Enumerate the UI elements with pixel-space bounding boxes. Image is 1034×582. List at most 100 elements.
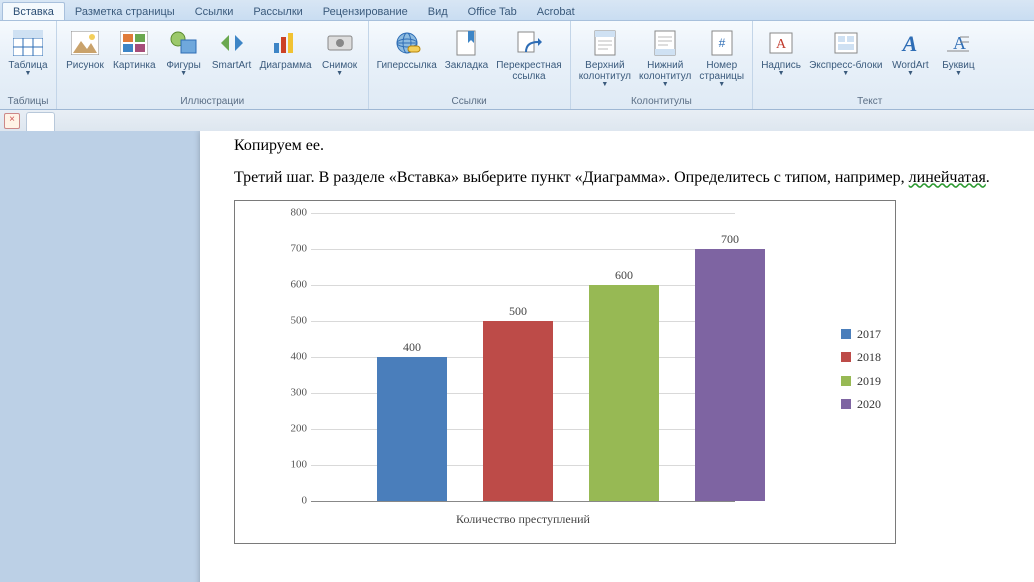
y-tick: 100 bbox=[291, 458, 308, 473]
document-tab-bar: × bbox=[0, 110, 1034, 133]
textbox-icon: A bbox=[765, 27, 797, 59]
x-axis-title: Количество преступлений bbox=[311, 511, 735, 527]
document-area[interactable]: Копируем ее. Третий шаг. В разделе «Вста… bbox=[0, 131, 1034, 582]
y-tick: 600 bbox=[291, 278, 308, 293]
grid-line bbox=[311, 501, 735, 502]
footer-icon bbox=[649, 27, 681, 59]
y-tick: 0 bbox=[302, 494, 308, 509]
paragraph-2-text: Третий шаг. В разделе «Вставка» выберите… bbox=[234, 169, 909, 186]
svg-text:A: A bbox=[953, 33, 966, 53]
smartart-icon bbox=[216, 27, 248, 59]
y-tick: 300 bbox=[291, 386, 308, 401]
picture-button[interactable]: Рисунок bbox=[61, 23, 109, 73]
wordart-button[interactable]: A WordArt ▼ bbox=[886, 23, 934, 79]
chevron-down-icon: ▼ bbox=[25, 70, 32, 77]
chart-icon bbox=[270, 27, 302, 59]
legend-label: 2020 bbox=[857, 396, 881, 412]
chart-button[interactable]: Диаграмма bbox=[256, 23, 316, 73]
hyperlink-button[interactable]: Гиперссылка bbox=[373, 23, 441, 73]
footer-button[interactable]: Нижний колонтитул ▼ bbox=[635, 23, 695, 90]
pagenum-button[interactable]: # Номер страницы ▼ bbox=[695, 23, 748, 90]
document-page[interactable]: Копируем ее. Третий шаг. В разделе «Вста… bbox=[200, 131, 1034, 582]
ribbon-tabs: Вставка Разметка страницы Ссылки Рассылк… bbox=[0, 0, 1034, 21]
group-tables-label: Таблицы bbox=[4, 96, 52, 109]
clipart-button[interactable]: Картинка bbox=[109, 23, 160, 73]
tab-references[interactable]: Ссылки bbox=[185, 3, 244, 20]
chart-bars: 400500600700 bbox=[311, 213, 735, 501]
pagenum-icon: # bbox=[706, 27, 738, 59]
textbox-button[interactable]: A Надпись ▼ bbox=[757, 23, 805, 79]
chevron-down-icon: ▼ bbox=[907, 70, 914, 77]
picture-label: Рисунок bbox=[66, 60, 104, 71]
shapes-button[interactable]: Фигуры ▼ bbox=[160, 23, 208, 79]
tab-view[interactable]: Вид bbox=[418, 3, 458, 20]
chevron-down-icon: ▼ bbox=[955, 70, 962, 77]
clipart-icon bbox=[118, 27, 150, 59]
group-headerfooter-label: Колонтитулы bbox=[575, 96, 748, 109]
paragraph-1[interactable]: Копируем ее. bbox=[234, 135, 1034, 157]
smartart-label: SmartArt bbox=[212, 60, 251, 71]
smartart-button[interactable]: SmartArt bbox=[208, 23, 256, 73]
chevron-down-icon: ▼ bbox=[601, 81, 608, 88]
chart-plot-area: 0100200300400500600700800 400500600700 К… bbox=[275, 213, 735, 501]
tab-page-layout[interactable]: Разметка страницы bbox=[65, 3, 185, 20]
hyperlink-label: Гиперссылка bbox=[377, 60, 437, 71]
crossref-label: Перекрестная ссылка bbox=[496, 60, 561, 82]
quickparts-button[interactable]: Экспресс-блоки ▼ bbox=[805, 23, 886, 79]
group-links: Гиперссылка Закладка Перекрестная ссылка… bbox=[369, 21, 571, 109]
dropcap-button[interactable]: A Буквиц ▼ bbox=[934, 23, 982, 79]
screenshot-icon bbox=[324, 27, 356, 59]
tab-review[interactable]: Рецензирование bbox=[313, 3, 418, 20]
tab-acrobat[interactable]: Acrobat bbox=[527, 3, 585, 20]
header-button[interactable]: Верхний колонтитул ▼ bbox=[575, 23, 635, 90]
y-tick: 400 bbox=[291, 350, 308, 365]
group-illustrations-label: Иллюстрации bbox=[61, 96, 364, 109]
crossref-icon bbox=[513, 27, 545, 59]
header-label: Верхний колонтитул bbox=[579, 60, 631, 82]
spellcheck-word[interactable]: линейчатая bbox=[909, 169, 986, 186]
tab-mailings[interactable]: Рассылки bbox=[243, 3, 312, 20]
shapes-icon bbox=[168, 27, 200, 59]
document-tab[interactable] bbox=[26, 112, 55, 131]
screenshot-button[interactable]: Снимок ▼ bbox=[316, 23, 364, 79]
chart-bar: 700 bbox=[695, 249, 765, 501]
quickparts-icon bbox=[830, 27, 862, 59]
chart-bar: 500 bbox=[483, 321, 553, 501]
table-button[interactable]: Таблица ▼ bbox=[4, 23, 52, 79]
chevron-down-icon: ▼ bbox=[778, 70, 785, 77]
bookmark-button[interactable]: Закладка bbox=[441, 23, 492, 73]
embedded-chart[interactable]: 0 100 200 300 400 500 600 700 800 400 500 600 700 К… bbox=[234, 200, 896, 544]
legend-swatch bbox=[841, 329, 851, 339]
tab-insert[interactable]: Вставка bbox=[2, 2, 65, 20]
hyperlink-icon bbox=[391, 27, 423, 59]
chart-legend: 2017201820192020 bbox=[841, 319, 881, 419]
chevron-down-icon: ▼ bbox=[180, 70, 187, 77]
bookmark-label: Закладка bbox=[445, 60, 488, 71]
bookmark-icon bbox=[450, 27, 482, 59]
bar-value-label: 600 bbox=[589, 267, 659, 283]
y-axis: 0100200300400500600700800 bbox=[275, 213, 311, 501]
y-tick: 800 bbox=[291, 206, 308, 221]
y-tick: 200 bbox=[291, 422, 308, 437]
group-illustrations: Рисунок Картинка Фигуры ▼ SmartArt Диагр… bbox=[57, 21, 369, 109]
crossref-button[interactable]: Перекрестная ссылка bbox=[492, 23, 565, 84]
pagenum-label: Номер страницы bbox=[699, 60, 744, 82]
y-tick: 700 bbox=[291, 242, 308, 257]
bar-value-label: 500 bbox=[483, 303, 553, 319]
table-icon bbox=[12, 27, 44, 59]
clipart-label: Картинка bbox=[113, 60, 156, 71]
chart-bar: 400 bbox=[377, 357, 447, 501]
legend-item: 2020 bbox=[841, 396, 881, 412]
paragraph-2[interactable]: Третий шаг. В разделе «Вставка» выберите… bbox=[234, 167, 1034, 189]
chart-bar: 600 bbox=[589, 285, 659, 501]
tab-office-tab[interactable]: Office Tab bbox=[458, 3, 527, 20]
legend-swatch bbox=[841, 376, 851, 386]
paragraph-2-tail: . bbox=[986, 169, 990, 186]
picture-icon bbox=[69, 27, 101, 59]
svg-text:#: # bbox=[718, 36, 725, 50]
close-doc-tab[interactable]: × bbox=[4, 113, 20, 129]
group-headerfooter: Верхний колонтитул ▼ Нижний колонтитул ▼… bbox=[571, 21, 753, 109]
chevron-down-icon: ▼ bbox=[662, 81, 669, 88]
group-text: A Надпись ▼ Экспресс-блоки ▼ A WordArt ▼… bbox=[753, 21, 986, 109]
ribbon: Таблица ▼ Таблицы Рисунок Картинка Фигур… bbox=[0, 21, 1034, 110]
